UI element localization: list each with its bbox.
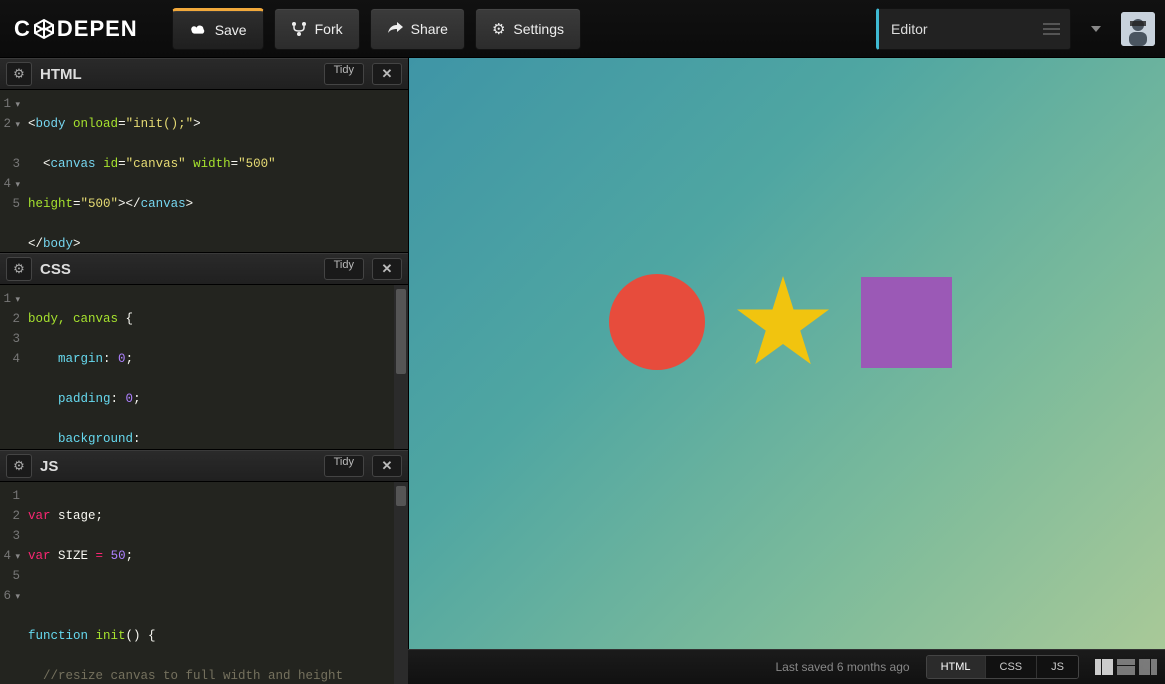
settings-button[interactable]: ⚙ Settings xyxy=(475,8,581,50)
user-avatar[interactable] xyxy=(1121,12,1155,46)
gear-icon: ⚙ xyxy=(13,261,25,277)
tidy-css-button[interactable]: Tidy xyxy=(324,258,364,280)
close-icon: ✕ xyxy=(382,458,393,474)
scrollbar-js[interactable] xyxy=(394,482,408,684)
pane-title-css: CSS xyxy=(40,261,71,278)
view-mode-selector[interactable]: Editor xyxy=(876,8,1071,50)
close-icon: ✕ xyxy=(382,66,393,82)
pane-header-html: ⚙ HTML Tidy ✕ xyxy=(0,58,408,90)
code-editor-css[interactable]: 1▾234 body, canvas { margin: 0; padding:… xyxy=(0,285,408,449)
share-button[interactable]: Share xyxy=(370,8,465,50)
close-pane-css[interactable]: ✕ xyxy=(372,258,402,280)
layout-right[interactable] xyxy=(1139,659,1157,675)
codepen-logo[interactable]: CDEPEN xyxy=(14,16,138,42)
layout-top[interactable] xyxy=(1117,659,1135,675)
cloud-icon xyxy=(189,23,207,37)
pane-settings-js[interactable]: ⚙ xyxy=(6,454,32,478)
editor-column: ⚙ HTML Tidy ✕ 1▾2▾34▾5 <body onload="ini… xyxy=(0,58,408,649)
scrollbar-css[interactable] xyxy=(394,285,408,449)
pane-js: ⚙ JS Tidy ✕ 1234▾56▾ var stage; var SIZE… xyxy=(0,450,408,684)
fork-icon xyxy=(291,21,307,37)
shape-star[interactable] xyxy=(735,276,831,368)
tab-css[interactable]: CSS xyxy=(986,656,1038,678)
gutter-html: 1▾2▾34▾5 xyxy=(0,90,26,252)
source-html[interactable]: <body onload="init();"> <canvas id="canv… xyxy=(26,90,408,252)
tidy-js-button[interactable]: Tidy xyxy=(324,455,364,477)
save-status: Last saved 6 months ago xyxy=(775,660,909,674)
close-pane-js[interactable]: ✕ xyxy=(372,455,402,477)
save-label: Save xyxy=(215,22,247,38)
gear-icon: ⚙ xyxy=(13,66,25,82)
main-area: ⚙ HTML Tidy ✕ 1▾2▾34▾5 <body onload="ini… xyxy=(0,58,1165,649)
pane-settings-html[interactable]: ⚙ xyxy=(6,62,32,86)
preview-shapes xyxy=(609,274,952,370)
gear-icon: ⚙ xyxy=(492,20,505,38)
code-editor-html[interactable]: 1▾2▾34▾5 <body onload="init();"> <canvas… xyxy=(0,90,408,252)
pane-header-js: ⚙ JS Tidy ✕ xyxy=(0,450,408,482)
shape-square[interactable] xyxy=(861,277,952,368)
close-pane-html[interactable]: ✕ xyxy=(372,63,402,85)
tab-js[interactable]: JS xyxy=(1037,656,1078,678)
view-tabs: HTML CSS JS xyxy=(926,655,1079,679)
fork-button[interactable]: Fork xyxy=(274,8,360,50)
tab-html[interactable]: HTML xyxy=(927,656,986,678)
pane-css: ⚙ CSS Tidy ✕ 1▾234 body, canvas { margin… xyxy=(0,253,408,450)
preview-pane[interactable] xyxy=(408,58,1165,649)
pane-header-css: ⚙ CSS Tidy ✕ xyxy=(0,253,408,285)
source-js[interactable]: var stage; var SIZE = 50; function init(… xyxy=(26,482,408,684)
pane-title-js: JS xyxy=(40,458,58,475)
pane-title-html: HTML xyxy=(40,66,82,83)
settings-label: Settings xyxy=(513,21,564,37)
view-mode-label: Editor xyxy=(891,21,928,37)
pane-settings-css[interactable]: ⚙ xyxy=(6,257,32,281)
pane-html: ⚙ HTML Tidy ✕ 1▾2▾34▾5 <body onload="ini… xyxy=(0,58,408,253)
layout-left[interactable] xyxy=(1095,659,1113,675)
source-css[interactable]: body, canvas { margin: 0; padding: 0; ba… xyxy=(26,285,408,449)
gear-icon: ⚙ xyxy=(13,458,25,474)
gutter-js: 1234▾56▾ xyxy=(0,482,26,684)
close-icon: ✕ xyxy=(382,261,393,277)
gutter-css: 1▾234 xyxy=(0,285,26,449)
share-label: Share xyxy=(411,21,448,37)
save-button[interactable]: Save xyxy=(172,8,264,50)
menu-icon xyxy=(1043,23,1060,35)
fork-label: Fork xyxy=(315,21,343,37)
dropdown-arrow-icon[interactable] xyxy=(1091,26,1101,32)
tidy-html-button[interactable]: Tidy xyxy=(324,63,364,85)
code-editor-js[interactable]: 1234▾56▾ var stage; var SIZE = 50; funct… xyxy=(0,482,408,684)
top-bar: CDEPEN Save Fork Share ⚙ Settings Editor xyxy=(0,0,1165,58)
shape-circle[interactable] xyxy=(609,274,705,370)
layout-switcher xyxy=(1095,659,1157,675)
share-icon xyxy=(387,22,403,36)
